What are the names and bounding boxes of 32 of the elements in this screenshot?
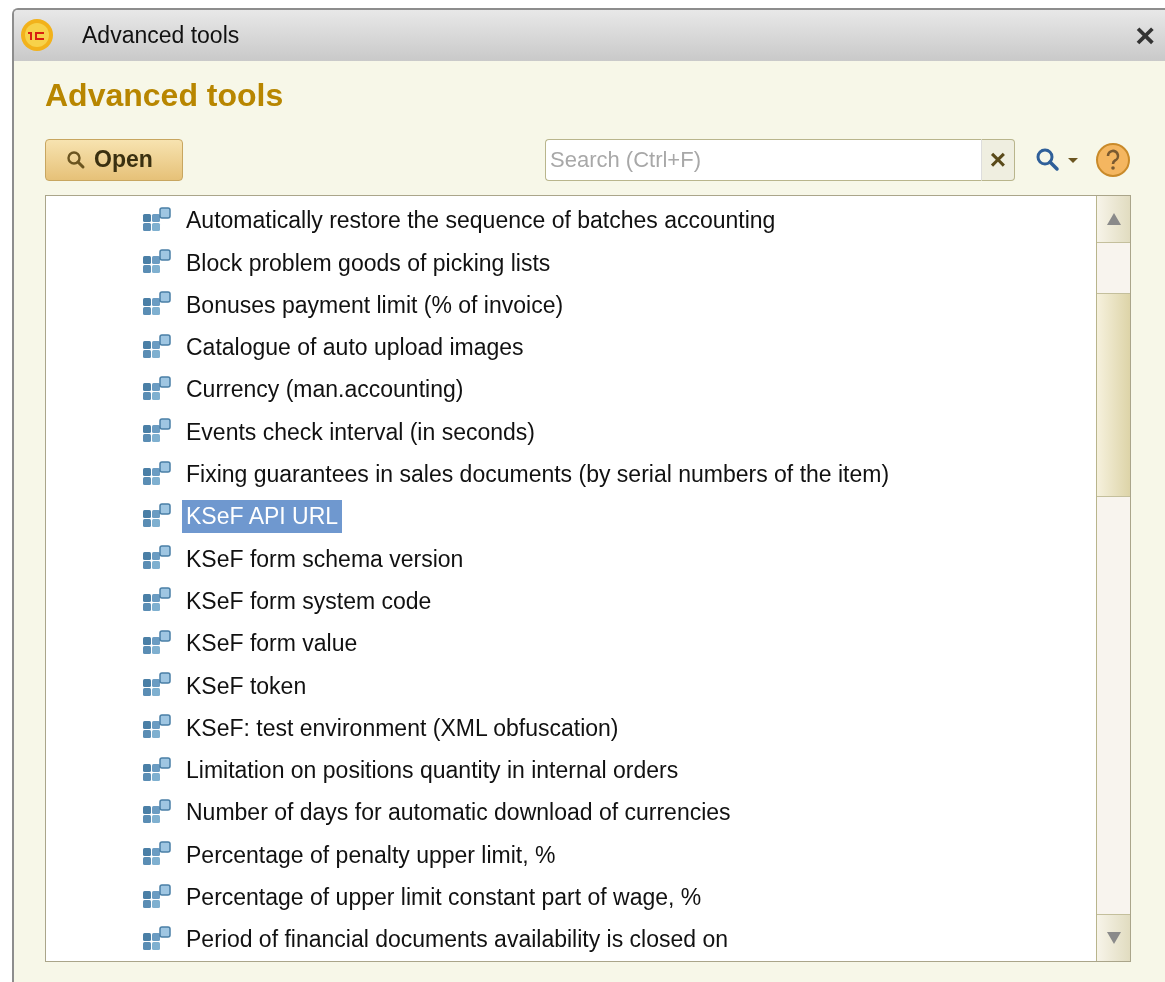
- clear-button[interactable]: ×: [981, 138, 1015, 181]
- list-item[interactable]: KSeF form schema version: [182, 542, 468, 576]
- close-button[interactable]: ×: [1131, 18, 1159, 53]
- scrollbar[interactable]: [1096, 195, 1130, 961]
- list-item[interactable]: Automatically restore the sequence of batches accounting: [182, 204, 780, 238]
- list-item[interactable]: Percentage of penalty upper limit, %: [182, 838, 560, 872]
- page-heading: Advanced tools: [45, 75, 285, 115]
- scroll-up-icon[interactable]: [1105, 211, 1122, 226]
- scroll-thumb[interactable]: [1097, 292, 1130, 497]
- open-button[interactable]: Open: [45, 138, 183, 181]
- list-item[interactable]: Currency (man.accounting): [182, 373, 468, 407]
- list-item[interactable]: Limitation on positions quantity in internal orders: [182, 754, 683, 788]
- help-icon[interactable]: [1095, 141, 1131, 178]
- search-icon: [1035, 146, 1061, 173]
- list-item[interactable]: Period of financial documents availability is closed on: [182, 923, 733, 957]
- app-logo-icon: [20, 18, 54, 53]
- list-item[interactable]: KSeF: test environment (XML obfuscation): [182, 711, 623, 745]
- list-item[interactable]: KSeF form value: [182, 627, 362, 661]
- window-title: Advanced tools: [82, 21, 240, 49]
- caret-icon: [1067, 155, 1079, 164]
- list-item[interactable]: Percentage of upper limit constant part of wage, %: [182, 881, 706, 915]
- search-icon: [66, 149, 86, 170]
- scroll-down-icon[interactable]: [1105, 931, 1122, 945]
- list-item[interactable]: KSeF form system code: [182, 584, 436, 618]
- list-item[interactable]: Fixing guarantees in sales documents (by serial numbers of the item): [182, 458, 894, 492]
- list-item[interactable]: KSeF token: [182, 669, 311, 703]
- search-field[interactable]: Search (Ctrl+F): [545, 138, 981, 181]
- list-item[interactable]: Block problem goods of picking lists: [182, 246, 555, 280]
- list-item[interactable]: Number of days for automatic download of currencies: [182, 796, 735, 830]
- list-item[interactable]: Events check interval (in seconds): [182, 415, 539, 449]
- list-item[interactable]: Catalogue of auto upload images: [182, 331, 528, 365]
- list-item[interactable]: Bonuses payment limit (% of invoice): [182, 288, 568, 322]
